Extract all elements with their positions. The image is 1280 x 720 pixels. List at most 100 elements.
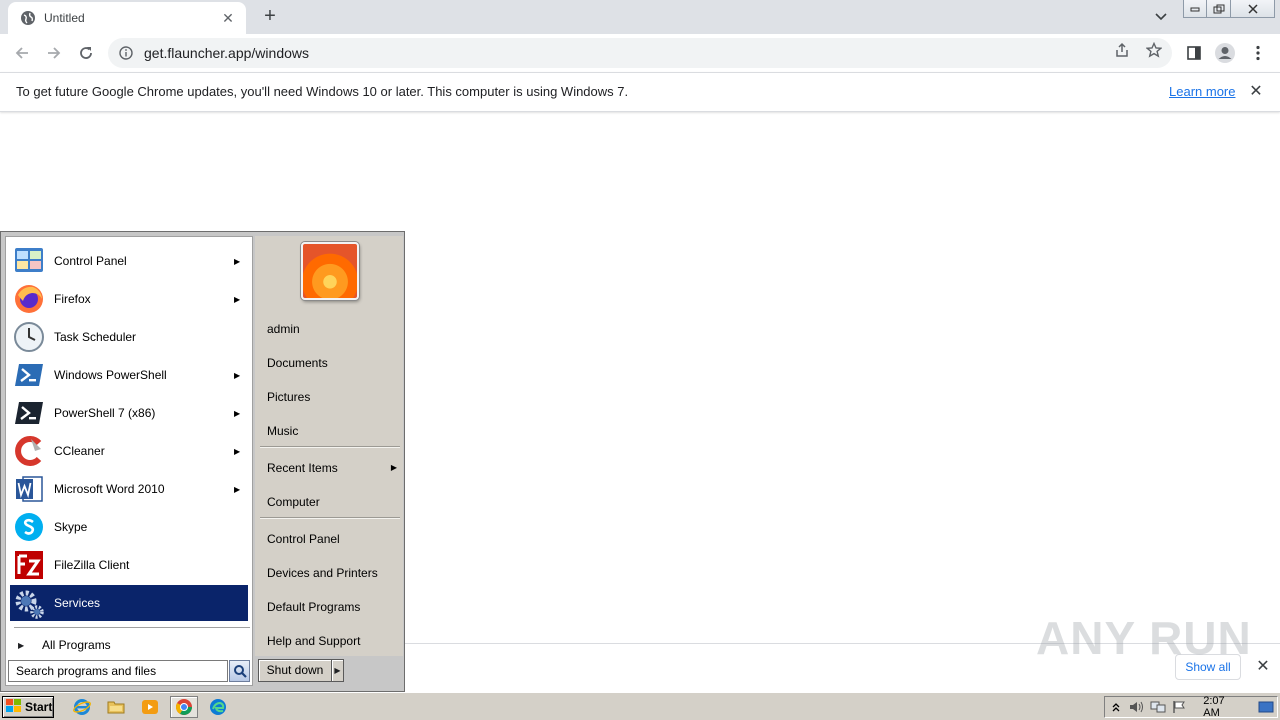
shutdown-options-arrow-icon[interactable]: ▶ [332,659,344,682]
program-powershell-7[interactable]: PowerShell 7 (x86) ▶ [10,395,248,431]
show-desktop-icon[interactable] [1256,698,1277,716]
program-label: Control Panel [54,254,127,268]
submenu-arrow-icon: ▶ [234,446,241,456]
filezilla-icon [12,548,46,582]
shut-down-button[interactable]: Shut down [258,659,332,682]
site-info-icon[interactable] [118,45,134,61]
all-programs-arrow-icon: ▶ [18,640,25,650]
menu-divider [260,446,400,448]
side-panel-icon[interactable] [1183,42,1205,64]
back-arrow-icon[interactable] [11,42,33,64]
tab-strip: Untitled ✕ + [0,0,1280,34]
share-icon[interactable] [1113,41,1131,59]
browser-tab[interactable]: Untitled ✕ [8,2,246,34]
start-menu-programs-pane: Control Panel ▶ Firefox ▶ Task Scheduler… [5,236,253,686]
action-center-flag-icon[interactable] [1168,698,1189,716]
restore-icon[interactable] [1207,0,1231,18]
program-windows-powershell[interactable]: Windows PowerShell ▶ [10,357,248,393]
menu-divider [260,517,400,519]
program-services[interactable]: Services [10,585,248,621]
submenu-arrow-icon: ▶ [234,484,241,494]
address-bar[interactable]: get.flauncher.app/windows [108,38,1172,68]
infobar-message: To get future Google Chrome updates, you… [16,84,629,99]
show-hidden-icons-chevron-icon[interactable] [1105,698,1126,716]
window-close-icon[interactable] [1231,0,1275,18]
control-panel-icon [12,244,46,278]
globe-icon [20,10,36,26]
program-label: PowerShell 7 (x86) [54,406,156,420]
start-search-input[interactable]: Search programs and files [8,660,228,682]
menu-item-pictures[interactable]: Pictures [267,387,397,407]
browser-toolbar: get.flauncher.app/windows [0,34,1280,72]
powershell-icon [12,358,46,392]
tab-search-chevron-icon[interactable] [1151,7,1171,27]
menu-item-devices-printers[interactable]: Devices and Printers [267,563,397,583]
volume-icon[interactable] [1126,698,1147,716]
program-filezilla[interactable]: FileZilla Client [10,547,248,583]
submenu-arrow-icon: ▶ [234,256,241,266]
clock-icon [12,320,46,354]
menu-item-recent-items[interactable]: Recent Items ▶ [267,458,397,478]
search-icon[interactable] [229,660,250,682]
program-microsoft-word[interactable]: Microsoft Word 2010 ▶ [10,471,248,507]
chrome-icon[interactable] [170,696,198,718]
program-label: Firefox [54,292,91,306]
infobar-close-icon[interactable]: ✕ [1248,83,1264,101]
tab-close-icon[interactable]: ✕ [220,10,236,26]
program-label: Microsoft Word 2010 [54,482,165,496]
program-label: FileZilla Client [54,558,130,572]
reload-icon[interactable] [75,42,97,64]
user-picture-avatar[interactable] [301,242,359,300]
submenu-arrow-icon: ▶ [234,294,241,304]
program-firefox[interactable]: Firefox ▶ [10,281,248,317]
menu-item-default-programs[interactable]: Default Programs [267,597,397,617]
menu-item-control-panel[interactable]: Control Panel [267,529,397,549]
gear-icon [12,586,46,620]
powershell7-icon [12,396,46,430]
all-programs-label: All Programs [42,638,111,652]
menu-item-music[interactable]: Music [267,421,397,441]
program-control-panel[interactable]: Control Panel ▶ [10,243,248,279]
program-label: Task Scheduler [54,330,137,344]
learn-more-link[interactable]: Learn more [1169,84,1235,99]
update-infobar: To get future Google Chrome updates, you… [0,72,1280,112]
menu-item-help-support[interactable]: Help and Support [267,631,397,651]
taskbar: Start 2:07 AM [0,692,1280,720]
profile-avatar-icon[interactable] [1214,42,1236,64]
windows-logo-icon [6,698,22,716]
watermark-text: ANY RUN [1036,612,1252,664]
network-icon[interactable] [1147,698,1168,716]
start-button[interactable]: Start [2,696,54,718]
bookmark-star-icon[interactable] [1145,41,1163,59]
program-skype[interactable]: Skype [10,509,248,545]
edge-icon[interactable] [204,696,232,718]
program-ccleaner[interactable]: CCleaner ▶ [10,433,248,469]
quick-launch [68,696,238,718]
program-label: CCleaner [54,444,105,458]
menu-item-label: Recent Items [267,461,338,475]
menu-item-admin[interactable]: admin [267,319,397,339]
taskbar-clock[interactable]: 2:07 AM [1203,695,1242,719]
file-explorer-icon[interactable] [102,696,130,718]
new-tab-button[interactable]: + [259,5,281,27]
all-programs-item[interactable]: ▶ All Programs [14,635,250,655]
window-controls [1183,0,1275,18]
url-text: get.flauncher.app/windows [144,45,309,61]
internet-explorer-icon[interactable] [68,696,96,718]
start-menu-places-pane: admin Documents Pictures Music Recent It… [255,236,403,656]
program-task-scheduler[interactable]: Task Scheduler [10,319,248,355]
media-player-icon[interactable] [136,696,164,718]
more-menu-icon[interactable] [1247,42,1269,64]
minimize-icon[interactable] [1183,0,1207,18]
menu-divider [14,627,250,629]
program-label: Windows PowerShell [54,368,167,382]
start-label: Start [25,700,53,714]
menu-item-documents[interactable]: Documents [267,353,397,373]
submenu-arrow-icon: ▶ [234,408,241,418]
forward-arrow-icon[interactable] [43,42,65,64]
program-label: Services [54,596,101,610]
menu-item-computer[interactable]: Computer [267,492,397,512]
submenu-arrow-icon: ▶ [390,463,397,472]
shelf-close-icon[interactable]: ✕ [1255,658,1271,676]
watermark-logo: ANY RUN [1036,606,1252,670]
